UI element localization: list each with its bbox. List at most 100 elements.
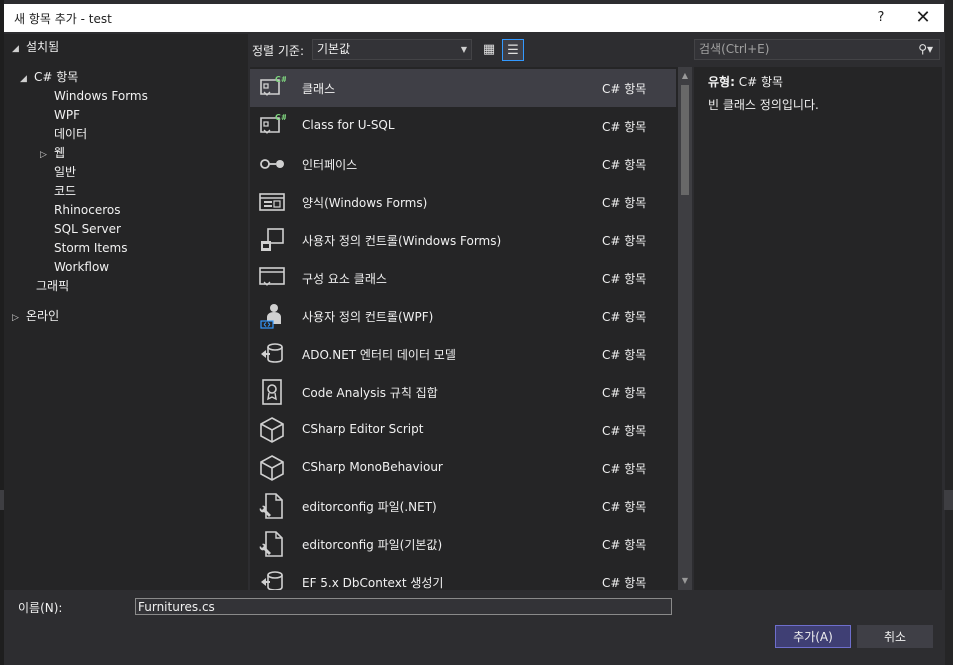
template-item-category: C# 항목 <box>602 196 647 210</box>
help-button[interactable]: ? <box>870 8 892 28</box>
tree-item-graphics[interactable]: 그래픽 <box>36 277 69 295</box>
name-label: 이름(N): <box>18 601 63 615</box>
template-item-category: C# 항목 <box>602 158 647 172</box>
template-item-name: CSharp Editor Script <box>302 422 424 436</box>
template-item-category: C# 항목 <box>602 82 647 96</box>
template-item[interactable]: editorconfig 파일(기본값) C# 항목 <box>250 525 676 563</box>
list-icon: ☰ <box>507 43 519 58</box>
class-icon: C# <box>258 112 288 140</box>
tree-item-rhinoceros[interactable]: Rhinoceros <box>54 201 120 219</box>
cube-icon <box>258 416 286 444</box>
class-icon: C# <box>258 74 288 102</box>
tree-item-sql-server[interactable]: SQL Server <box>54 220 121 238</box>
template-item[interactable]: CSharp Editor Script C# 항목 <box>250 411 676 449</box>
search-placeholder: 검색(Ctrl+E) <box>699 42 770 56</box>
template-item-name: editorconfig 파일(기본값) <box>302 538 443 552</box>
expand-arrow-icon[interactable]: ▷ <box>12 309 26 327</box>
chevron-down-icon: ▼ <box>460 45 467 54</box>
template-item-category: C# 항목 <box>602 576 647 590</box>
form-icon <box>258 188 286 216</box>
template-item[interactable]: Code Analysis 규칙 집합 C# 항목 <box>250 373 676 411</box>
template-item-name: CSharp MonoBehaviour <box>302 460 443 474</box>
template-item-category: C# 항목 <box>602 234 647 248</box>
template-item-name: 인터페이스 <box>302 158 358 172</box>
template-item-category: C# 항목 <box>602 272 647 286</box>
template-item-name: 사용자 정의 컨트롤(Windows Forms) <box>302 234 502 248</box>
template-item[interactable]: 사용자 정의 컨트롤(Windows Forms) C# 항목 <box>250 221 676 259</box>
detail-pane: 유형: C# 항목 빈 클래스 정의입니다. <box>694 67 942 590</box>
template-item[interactable]: ADO.NET 엔터티 데이터 모델 C# 항목 <box>250 335 676 373</box>
template-item[interactable]: 구성 요소 클래스 C# 항목 <box>250 259 676 297</box>
expand-arrow-icon[interactable]: ▷ <box>40 146 54 164</box>
component-icon <box>258 264 286 292</box>
template-item-name: EF 5.x DbContext 생성기 <box>302 576 444 590</box>
tree-item-windows-forms[interactable]: Windows Forms <box>54 87 148 105</box>
entity-model-icon <box>258 340 286 368</box>
editorconfig-icon <box>258 530 286 558</box>
template-item-category: C# 항목 <box>602 462 647 476</box>
sort-dropdown[interactable]: 기본값 ▼ <box>312 39 472 60</box>
grid-icon: ▦ <box>482 42 496 57</box>
window-title: 새 항목 추가 - test <box>14 12 112 26</box>
tree-item-general[interactable]: 일반 <box>54 163 76 181</box>
title-bar: 새 항목 추가 - test ? ✕ <box>4 4 944 32</box>
category-tree: ◢ 설치됨 ◢ C# 항목 Windows Forms WPF 데이터 ▷ 웹 일반 … <box>4 34 248 590</box>
template-item[interactable]: EF 5.x DbContext 생성기 C# 항목 <box>250 563 676 590</box>
scrollbar-thumb[interactable] <box>681 85 689 195</box>
template-item[interactable]: C# 클래스 C# 항목 <box>250 69 676 107</box>
scroll-up-icon[interactable]: ▲ <box>678 69 692 83</box>
vertical-scrollbar[interactable]: ▲ ▼ <box>678 67 692 590</box>
editorconfig-icon <box>258 492 286 520</box>
template-item[interactable]: editorconfig 파일(.NET) C# 항목 <box>250 487 676 525</box>
svg-text:C#: C# <box>275 113 286 122</box>
template-item-category: C# 항목 <box>602 424 647 438</box>
tree-item-label: 설치됨 <box>26 40 60 54</box>
template-item[interactable]: 사용자 정의 컨트롤(WPF) C# 항목 <box>250 297 676 335</box>
template-item-category: C# 항목 <box>602 386 647 400</box>
template-item-name: Code Analysis 규칙 집합 <box>302 386 438 400</box>
expand-arrow-icon[interactable]: ◢ <box>20 70 34 88</box>
template-item[interactable]: C# Class for U-SQL C# 항목 <box>250 107 676 145</box>
tree-item-installed[interactable]: ◢ 설치됨 <box>12 38 59 56</box>
template-item-name: 클래스 <box>302 82 336 96</box>
expand-arrow-icon[interactable]: ◢ <box>12 40 26 58</box>
right-strip <box>944 490 953 510</box>
template-item-name: 구성 요소 클래스 <box>302 272 387 286</box>
search-icon[interactable]: ⚲▾ <box>918 40 933 59</box>
template-item-name: 사용자 정의 컨트롤(WPF) <box>302 310 434 324</box>
tree-item-label: 웹 <box>54 146 66 160</box>
template-item[interactable]: 양식(Windows Forms) C# 항목 <box>250 183 676 221</box>
template-item-name: Class for U-SQL <box>302 118 395 132</box>
template-item-category: C# 항목 <box>602 310 647 324</box>
entity-model-icon <box>258 568 286 590</box>
close-button[interactable]: ✕ <box>910 8 936 28</box>
search-input[interactable]: 검색(Ctrl+E) ⚲▾ <box>694 39 940 60</box>
name-field[interactable] <box>135 598 672 615</box>
tree-item-workflow[interactable]: Workflow <box>54 258 109 276</box>
tree-item-storm-items[interactable]: Storm Items <box>54 239 127 257</box>
add-button[interactable]: 추가(A) <box>775 625 851 648</box>
type-label: 유형: <box>708 75 735 89</box>
scroll-down-icon[interactable]: ▼ <box>678 574 692 588</box>
list-view-button[interactable]: ☰ <box>502 39 524 61</box>
ruleset-icon <box>258 378 286 406</box>
tree-item-online[interactable]: ▷ 온라인 <box>12 307 59 325</box>
template-item[interactable]: CSharp MonoBehaviour C# 항목 <box>250 449 676 487</box>
interface-icon <box>258 150 286 178</box>
template-item[interactable]: 인터페이스 C# 항목 <box>250 145 676 183</box>
sort-label: 정렬 기준: <box>252 44 305 58</box>
cube-icon <box>258 454 286 482</box>
sort-value: 기본값 <box>317 42 351 56</box>
tree-item-data[interactable]: 데이터 <box>54 125 87 143</box>
tree-item-label: C# 항목 <box>34 70 79 84</box>
template-item-name: editorconfig 파일(.NET) <box>302 500 437 514</box>
tree-item-wpf[interactable]: WPF <box>54 106 80 124</box>
tree-item-web[interactable]: ▷ 웹 <box>40 144 65 162</box>
template-item-name: ADO.NET 엔터티 데이터 모델 <box>302 348 456 362</box>
right-border <box>945 0 953 665</box>
tree-item-code[interactable]: 코드 <box>54 182 76 200</box>
tree-item-csharp[interactable]: ◢ C# 항목 <box>20 68 78 86</box>
svg-text:C#: C# <box>275 75 286 84</box>
grid-view-button[interactable]: ▦ <box>478 39 500 61</box>
cancel-button[interactable]: 취소 <box>857 625 933 648</box>
